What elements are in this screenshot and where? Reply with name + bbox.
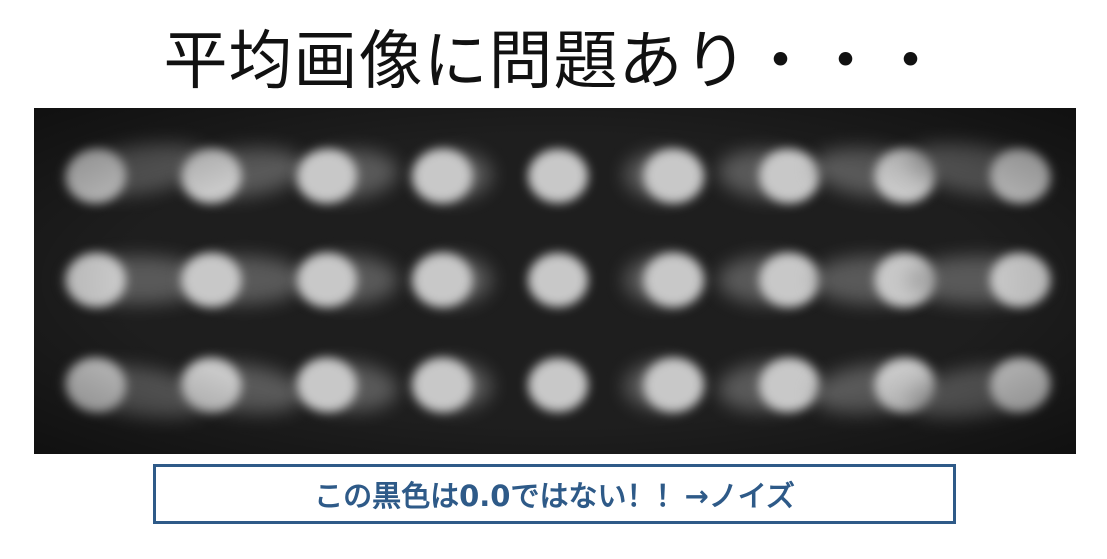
slide-title: 平均画像に問題あり・・・ [163,25,944,99]
averaged-image-canvas [34,108,1076,454]
averaged-image [34,108,1076,454]
image-vignette [34,108,1076,454]
note-text: この黒色は0.0ではない！！→ノイズ [314,479,795,513]
note-box: この黒色は0.0ではない！！→ノイズ [153,464,956,524]
